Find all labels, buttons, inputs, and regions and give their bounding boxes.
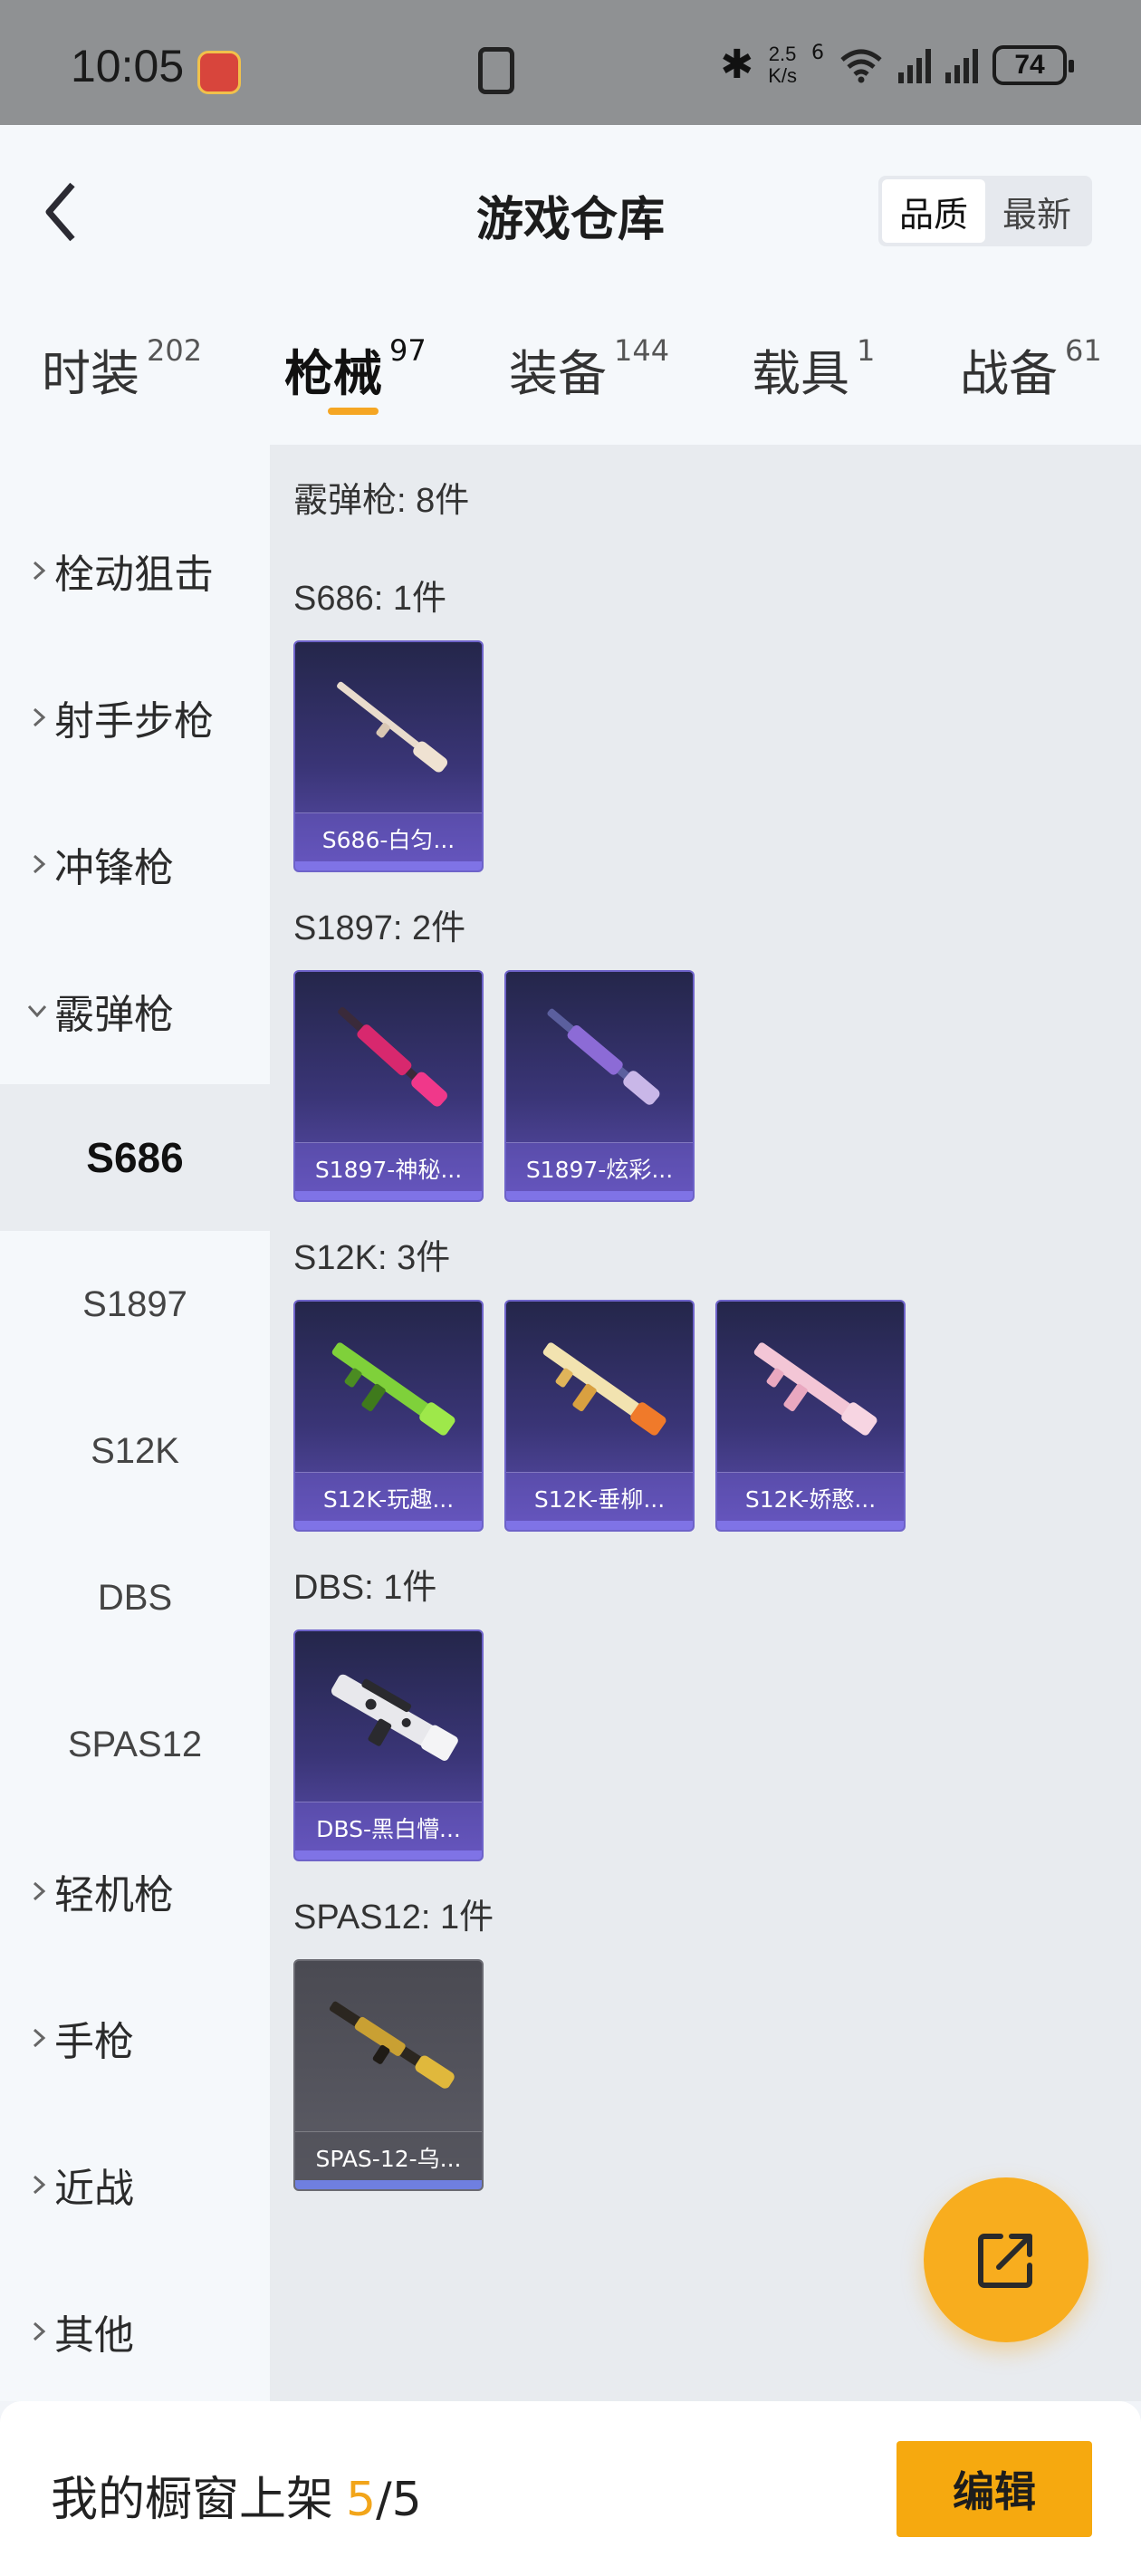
wifi-icon	[840, 49, 882, 82]
signal-icon-1	[898, 47, 931, 83]
signal-icon-2	[945, 47, 978, 83]
rifle-icon	[295, 1302, 482, 1470]
item-card[interactable]: S686-白匀...	[293, 640, 484, 872]
sort-option-newest[interactable]: 最新	[985, 179, 1088, 243]
chevron-down-icon	[27, 1004, 47, 1018]
rarity-bar	[295, 1850, 482, 1860]
app-notification-icon	[197, 51, 241, 94]
item-card[interactable]: SPAS-12-乌...	[293, 1959, 484, 2191]
shotgun-icon	[295, 1631, 482, 1800]
sidebar-item-pistol[interactable]: 手枪	[0, 1965, 270, 2111]
rarity-bar	[295, 2180, 482, 2189]
sidebar-sub-spas12[interactable]: SPAS12	[0, 1671, 270, 1818]
item-name: S686-白匀...	[295, 812, 482, 863]
bluetooth-icon: ✱	[720, 42, 754, 88]
sort-toggle: 品质 最新	[878, 176, 1092, 246]
item-card[interactable]: S12K-娇憨...	[715, 1300, 906, 1532]
item-name: SPAS-12-乌...	[295, 2131, 482, 2182]
rarity-bar	[506, 1521, 693, 1530]
tab-fashion[interactable]: 时装 202	[42, 333, 202, 406]
item-name: S1897-炫彩...	[506, 1142, 693, 1193]
page-header: 游戏仓库 品质 最新	[0, 125, 1141, 297]
sidebar-item-marksman-rifle[interactable]: 射手步枪	[0, 644, 270, 791]
showcase-count: 5	[346, 2473, 377, 2527]
rarity-bar	[295, 1521, 482, 1530]
rarity-bar	[717, 1521, 904, 1530]
sidebar-sub-s12k[interactable]: S12K	[0, 1378, 270, 1524]
sidebar: 栓动狙击 射手步枪 冲锋枪 霰弹枪 S686 S1897 S12K DBS SP…	[0, 445, 270, 2401]
chevron-right-icon	[33, 2175, 46, 2195]
tab-combat-gear[interactable]: 战备 61	[960, 333, 1102, 406]
showcase-status: 我的橱窗上架 5 /5	[51, 2473, 422, 2527]
nfc-icon	[478, 47, 514, 94]
rarity-bar	[295, 1191, 482, 1200]
sidebar-sub-s1897[interactable]: S1897	[0, 1231, 270, 1378]
item-grid-panel: 霰弹枪: 8件 S686: 1件 S686-白匀... S1897: 2件 S1…	[270, 445, 1141, 2401]
chevron-right-icon	[33, 561, 46, 581]
category-summary: 霰弹枪: 8件	[293, 482, 470, 520]
item-card[interactable]: S12K-垂柳...	[504, 1300, 695, 1532]
item-name: S1897-神秘...	[295, 1142, 482, 1193]
category-tabs: 时装 202 枪械 97 装备 144 载具 1 战备 61	[0, 297, 1141, 445]
sidebar-item-other[interactable]: 其他	[0, 2258, 270, 2405]
item-card[interactable]: S1897-炫彩...	[504, 970, 695, 1202]
bottom-bar: 我的橱窗上架 5 /5 编辑	[0, 2401, 1141, 2576]
rarity-bar	[295, 861, 482, 870]
shotgun-icon	[506, 972, 693, 1140]
shotgun-icon	[295, 1961, 482, 2129]
active-tab-indicator	[328, 408, 379, 415]
share-external-icon	[978, 2234, 1032, 2288]
chevron-right-icon	[33, 2321, 46, 2341]
battery-icon: 74	[992, 44, 1074, 85]
edit-button[interactable]: 编辑	[896, 2441, 1092, 2537]
shotgun-icon	[295, 642, 482, 811]
rifle-icon	[506, 1302, 693, 1470]
status-time: 10:05	[71, 41, 185, 91]
network-gen-label: 6	[811, 42, 824, 64]
item-name: DBS-黑白懵...	[295, 1802, 482, 1852]
item-name: S12K-玩趣...	[295, 1472, 482, 1523]
group-title: S1897: 2件	[293, 909, 466, 947]
tab-vehicles[interactable]: 载具 1	[752, 333, 875, 406]
item-card[interactable]: DBS-黑白懵...	[293, 1629, 484, 1861]
item-name: S12K-娇憨...	[717, 1472, 904, 1523]
item-card[interactable]: S12K-玩趣...	[293, 1300, 484, 1532]
group-title: SPAS12: 1件	[293, 1898, 494, 1937]
back-button[interactable]	[36, 176, 91, 248]
group-title: S12K: 3件	[293, 1239, 451, 1277]
sidebar-item-smg[interactable]: 冲锋枪	[0, 791, 270, 937]
sort-option-quality[interactable]: 品质	[882, 179, 985, 243]
tab-equipment[interactable]: 装备 144	[509, 333, 669, 406]
status-bar: 10:05 ✱ 2.5 K/s 6 74	[0, 0, 1141, 125]
item-name: S12K-垂柳...	[506, 1472, 693, 1523]
chevron-left-icon	[45, 182, 75, 242]
status-right-group: ✱ 2.5 K/s 6 74	[720, 42, 1074, 88]
sidebar-sub-s686[interactable]: S686	[0, 1084, 270, 1231]
sidebar-item-bolt-sniper[interactable]: 栓动狙击	[0, 497, 270, 644]
sidebar-item-shotgun[interactable]: 霰弹枪	[0, 937, 270, 1084]
chevron-right-icon	[33, 854, 46, 874]
tab-firearms[interactable]: 枪械 97	[284, 333, 427, 406]
sidebar-sub-dbs[interactable]: DBS	[0, 1524, 270, 1671]
shotgun-icon	[295, 972, 482, 1140]
network-speed: 2.5 K/s	[768, 42, 797, 87]
group-title: DBS: 1件	[293, 1569, 437, 1607]
rifle-icon	[717, 1302, 904, 1470]
share-fab-button[interactable]	[924, 2177, 1088, 2342]
group-title: S686: 1件	[293, 580, 446, 618]
chevron-right-icon	[33, 707, 46, 727]
item-card[interactable]: S1897-神秘...	[293, 970, 484, 1202]
rarity-bar	[506, 1191, 693, 1200]
sidebar-item-lmg[interactable]: 轻机枪	[0, 1818, 270, 1965]
sidebar-item-melee[interactable]: 近战	[0, 2111, 270, 2258]
chevron-right-icon	[33, 2028, 46, 2048]
showcase-total: /5	[376, 2473, 422, 2527]
chevron-right-icon	[33, 1881, 46, 1901]
